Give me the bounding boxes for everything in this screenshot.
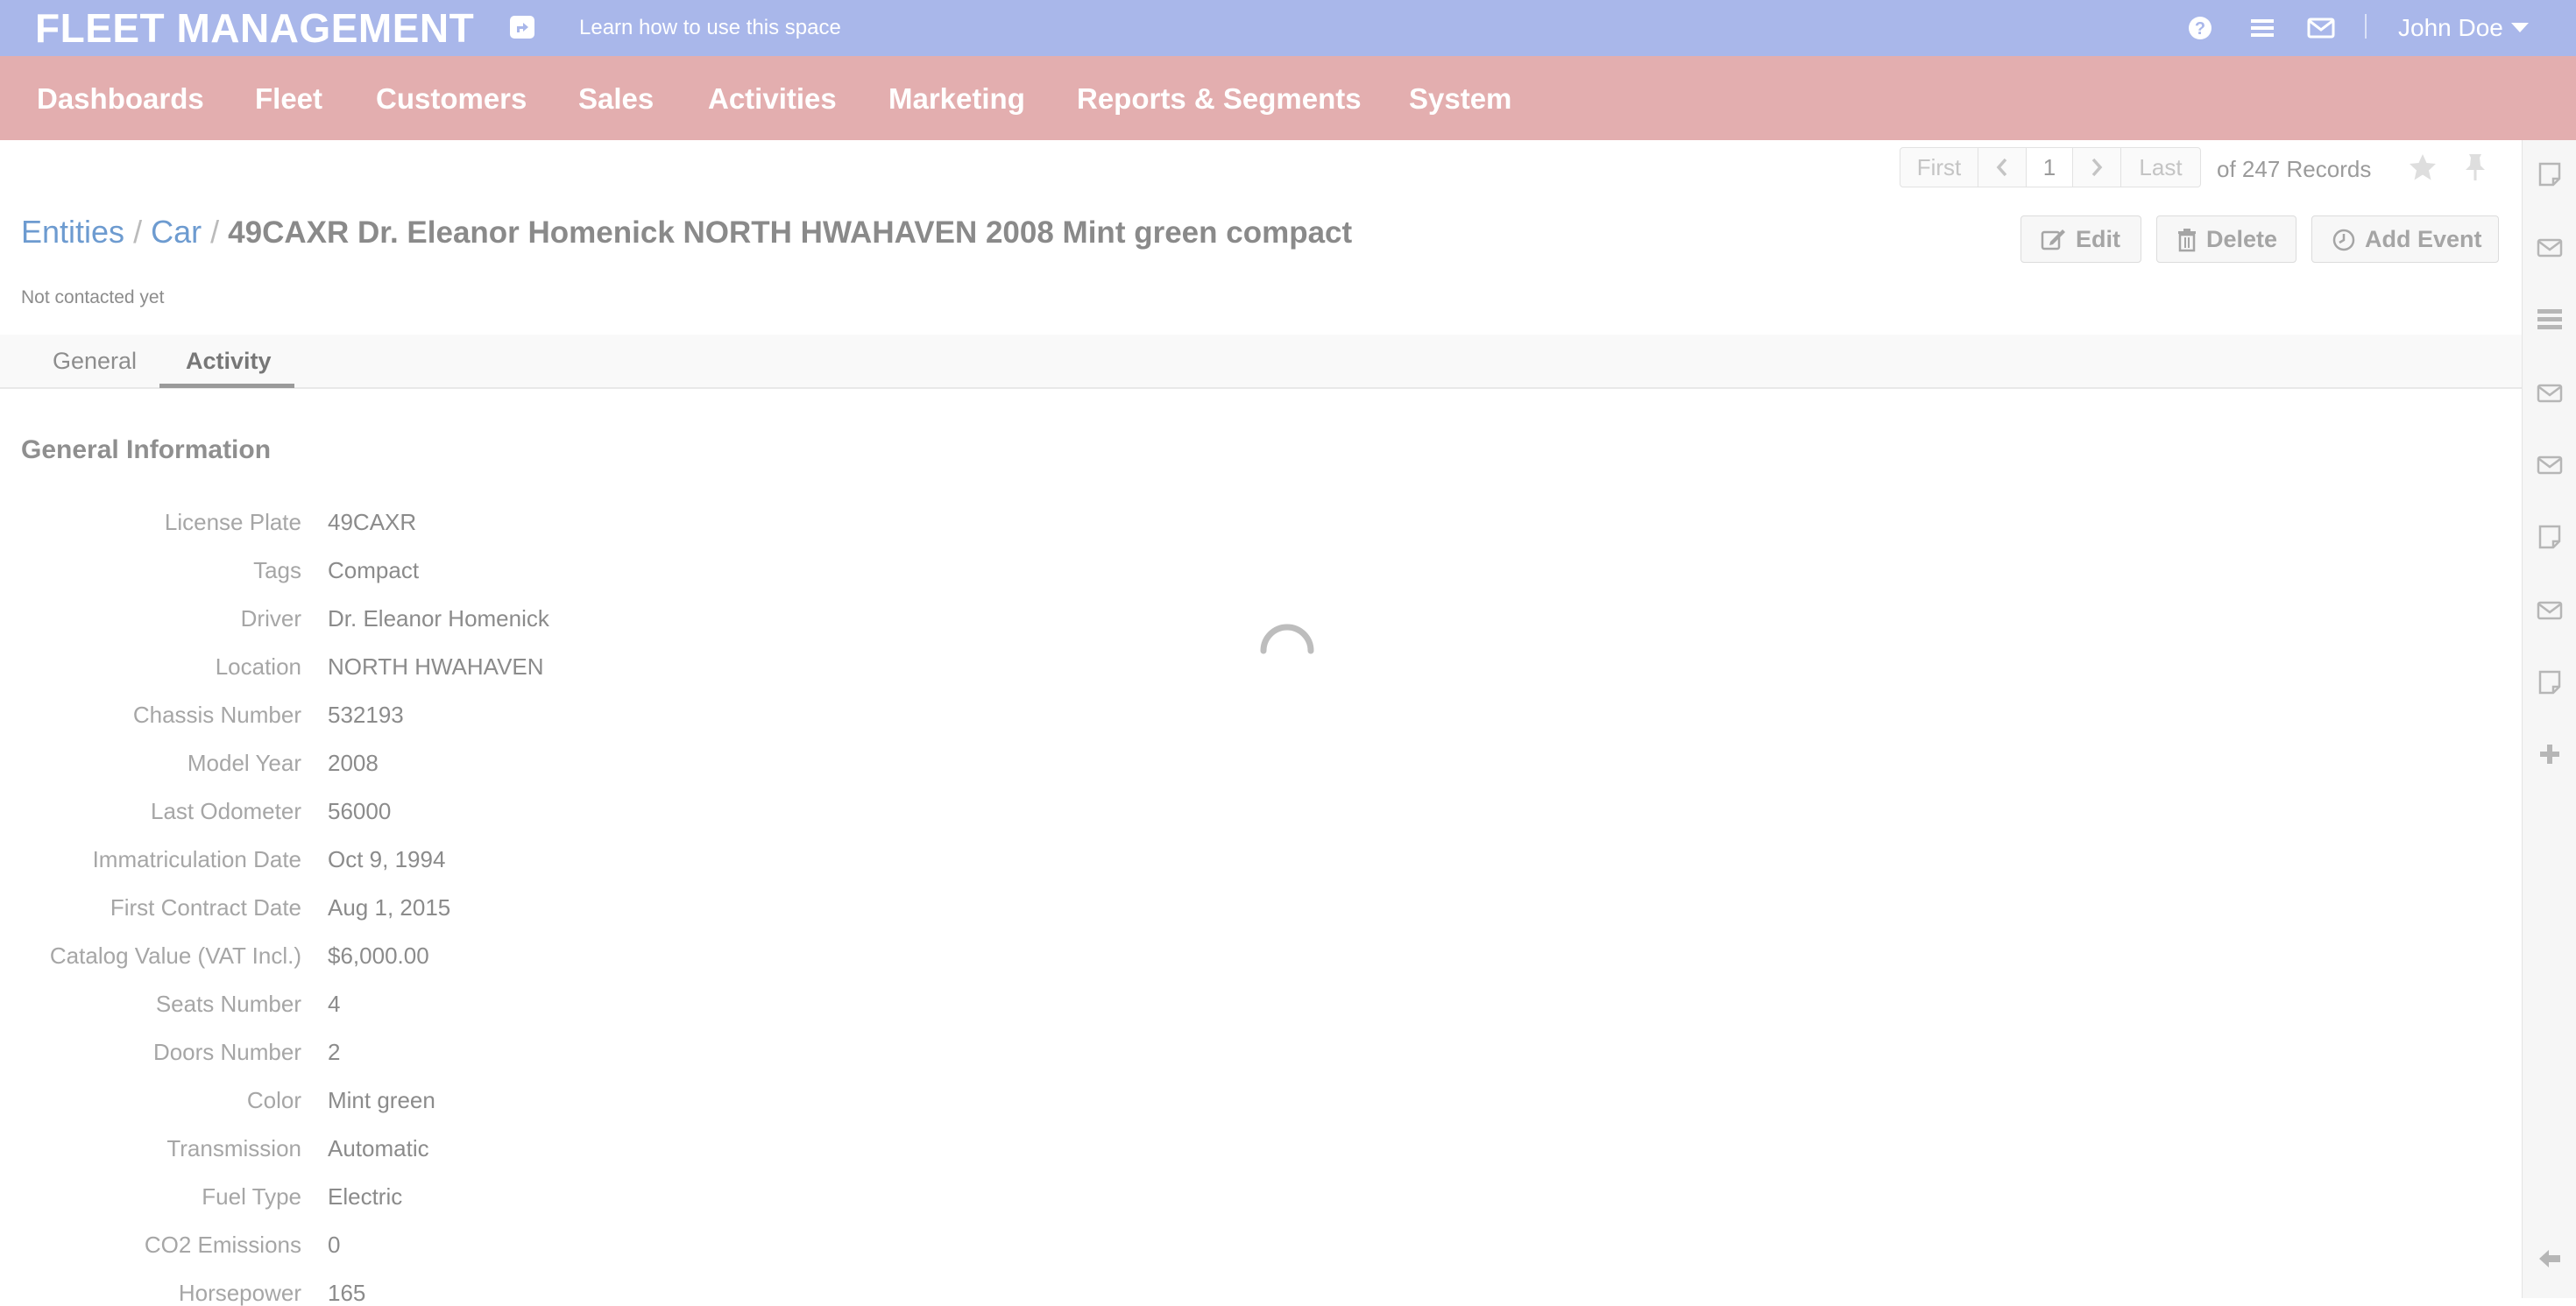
user-separator (2365, 14, 2367, 39)
nav-system[interactable]: System (1409, 82, 1511, 116)
nav-activities[interactable]: Activities (708, 82, 837, 116)
mail-icon[interactable] (2537, 380, 2563, 406)
add-event-button[interactable]: Add Event (2311, 215, 2499, 263)
right-sidebar (2522, 140, 2576, 1298)
field-value-chassis-number: 532193 (328, 702, 404, 728)
svg-text:?: ? (2195, 19, 2205, 39)
field-label-last-odometer: Last Odometer (151, 798, 301, 824)
field-value-catalog-value: $6,000.00 (328, 942, 429, 969)
edit-label: Edit (2076, 226, 2120, 252)
delete-label: Delete (2206, 226, 2278, 252)
pin-icon[interactable] (2462, 152, 2488, 182)
record-count: of 247 Records (2217, 156, 2372, 182)
edit-icon (2041, 229, 2065, 251)
nav-marketing[interactable]: Marketing (888, 82, 1025, 116)
note-icon[interactable] (2537, 669, 2563, 695)
section-title: General Information (21, 435, 272, 464)
field-label-driver: Driver (240, 605, 301, 632)
field-label-model-year: Model Year (187, 750, 301, 776)
chevron-left-icon (1996, 158, 2007, 177)
tab-general[interactable]: General (53, 347, 137, 375)
help-icon[interactable]: ? (2185, 13, 2215, 43)
mail-icon[interactable] (2537, 597, 2563, 624)
field-value-transmission: Automatic (328, 1135, 429, 1161)
field-label-horsepower: Horsepower (178, 1280, 301, 1306)
page-title: 49CAXR Dr. Eleanor Homenick NORTH HWAHAV… (228, 215, 1353, 250)
field-value-last-odometer: 56000 (328, 798, 392, 824)
field-value-model-year: 2008 (328, 750, 379, 776)
caret-down-icon[interactable] (2511, 23, 2529, 32)
chevron-right-icon (2091, 158, 2103, 177)
breadcrumb: Entities / Car / 49CAXR Dr. Eleanor Home… (21, 215, 1352, 251)
pager-next-button[interactable] (2072, 147, 2121, 187)
share-icon[interactable] (510, 16, 534, 39)
list-icon[interactable] (2537, 307, 2563, 333)
loading-spinner-icon (1260, 624, 1314, 654)
nav-fleet[interactable]: Fleet (255, 82, 322, 116)
breadcrumb-entities[interactable]: Entities (21, 214, 124, 250)
nav-dashboards[interactable]: Dashboards (37, 82, 204, 116)
breadcrumb-separator: / (210, 214, 220, 250)
mail-icon[interactable] (2306, 13, 2336, 43)
field-label-chassis-number: Chassis Number (132, 702, 301, 728)
pager-prev-button[interactable] (1978, 147, 2027, 187)
pager-page-input[interactable]: 1 (2026, 147, 2073, 187)
tab-activity[interactable]: Activity (186, 347, 272, 375)
field-value-color: Mint green (328, 1087, 435, 1113)
field-value-horsepower: 165 (328, 1280, 366, 1306)
field-label-immatriculation-date: Immatriculation Date (92, 846, 301, 872)
field-value-license-plate: 49CAXR (328, 509, 417, 535)
field-label-fuel-type: Fuel Type (202, 1183, 301, 1210)
menu-icon[interactable] (2247, 13, 2277, 43)
field-value-doors-number: 2 (328, 1039, 341, 1065)
field-label-first-contract-date: First Contract Date (110, 894, 301, 921)
nav-sales[interactable]: Sales (578, 82, 654, 116)
add-event-label: Add Event (2365, 226, 2482, 252)
top-bar: FLEET MANAGEMENT Learn how to use this s… (0, 0, 2576, 56)
mail-icon[interactable] (2537, 235, 2563, 261)
note-icon[interactable] (2537, 161, 2563, 187)
field-value-location: NORTH HWAHAVEN (328, 653, 544, 680)
pager-first-button[interactable]: First (1900, 147, 1978, 187)
trash-icon (2178, 229, 2196, 252)
field-label-transmission: Transmission (166, 1135, 301, 1161)
breadcrumb-separator: / (133, 214, 143, 250)
field-value-fuel-type: Electric (328, 1183, 403, 1210)
plus-icon[interactable] (2537, 741, 2563, 767)
field-value-first-contract-date: Aug 1, 2015 (328, 894, 451, 921)
main-nav: Dashboards Fleet Customers Sales Activit… (0, 56, 2576, 140)
pager-last-button[interactable]: Last (2120, 147, 2201, 187)
field-label-color: Color (246, 1087, 301, 1113)
field-label-location: Location (215, 653, 301, 680)
field-label-co2-emissions: CO2 Emissions (144, 1232, 301, 1258)
breadcrumb-car[interactable]: Car (151, 214, 202, 250)
field-value-tags: Compact (328, 557, 420, 583)
field-value-immatriculation-date: Oct 9, 1994 (328, 846, 446, 872)
arrow-left-icon[interactable] (2537, 1246, 2563, 1272)
contact-status: Not contacted yet (21, 287, 165, 307)
field-label-license-plate: License Plate (164, 509, 301, 535)
field-value-co2-emissions: 0 (328, 1232, 341, 1258)
mail-icon[interactable] (2537, 452, 2563, 478)
learn-link[interactable]: Learn how to use this space (579, 16, 841, 40)
tab-bar: General Activity (0, 335, 2522, 389)
active-tab-indicator (159, 384, 294, 388)
nav-reports-segments[interactable]: Reports & Segments (1077, 82, 1362, 116)
edit-button[interactable]: Edit (2020, 215, 2141, 263)
delete-button[interactable]: Delete (2156, 215, 2296, 263)
field-label-seats-number: Seats Number (155, 991, 301, 1017)
field-value-seats-number: 4 (328, 991, 341, 1017)
nav-customers[interactable]: Customers (376, 82, 527, 116)
user-menu[interactable]: John Doe (2398, 13, 2503, 43)
note-icon[interactable] (2537, 524, 2563, 550)
clock-icon (2332, 229, 2355, 251)
field-label-tags: Tags (253, 557, 301, 583)
star-icon[interactable] (2408, 153, 2438, 181)
field-value-driver: Dr. Eleanor Homenick (328, 605, 549, 632)
field-label-catalog-value: Catalog Value (VAT Incl.) (49, 942, 301, 969)
app-brand[interactable]: FLEET MANAGEMENT (35, 5, 474, 51)
field-label-doors-number: Doors Number (152, 1039, 301, 1065)
